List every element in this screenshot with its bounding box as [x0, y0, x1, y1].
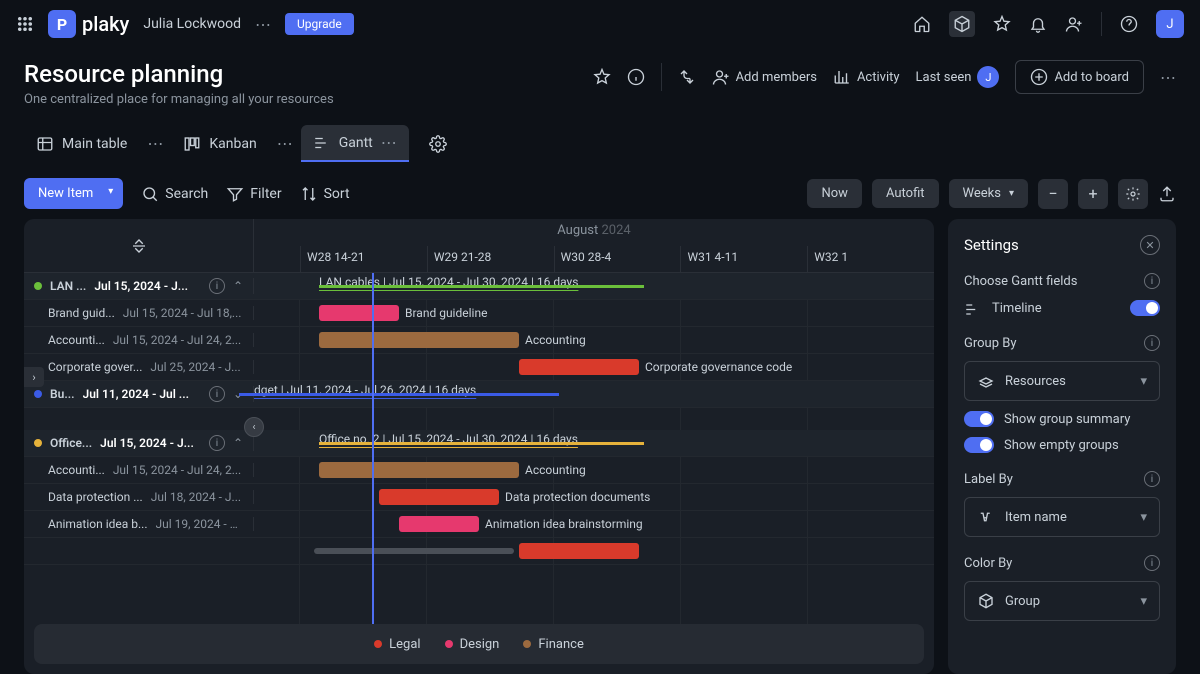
activity-button[interactable]: Activity: [833, 68, 900, 86]
search-button[interactable]: Search: [141, 185, 208, 203]
avatar[interactable]: J: [1156, 10, 1184, 38]
autofit-button[interactable]: Autofit: [872, 179, 939, 208]
board-more-icon[interactable]: ⋯: [1160, 68, 1176, 87]
info-icon[interactable]: i: [1144, 471, 1160, 487]
swap-icon[interactable]: [678, 68, 696, 86]
upgrade-button[interactable]: Upgrade: [285, 13, 354, 35]
show-empty-label: Show empty groups: [1004, 438, 1119, 453]
settings-title: Settings: [964, 236, 1019, 254]
current-user[interactable]: Julia Lockwood: [143, 16, 241, 32]
sort-button[interactable]: Sort: [300, 185, 350, 203]
gantt-bar[interactable]: [519, 543, 639, 559]
week-header: W31 4-11: [680, 246, 807, 272]
app-switcher-icon[interactable]: [16, 15, 34, 33]
timeline-field: Timeline: [992, 301, 1042, 316]
group-by-label: Group By: [964, 336, 1017, 351]
tab-gantt[interactable]: Gantt⋯: [301, 125, 409, 162]
zoom-out-button[interactable]: −: [1038, 179, 1068, 209]
page-description: One centralized place for managing all y…: [24, 92, 334, 107]
gantt-bar[interactable]: [379, 489, 499, 505]
favorite-icon[interactable]: [993, 15, 1011, 33]
tab-main-table[interactable]: Main table: [24, 127, 139, 161]
settings-icon[interactable]: [429, 135, 447, 153]
info-icon[interactable]: [627, 68, 645, 86]
label-by-select[interactable]: Item name▾: [964, 497, 1160, 537]
add-to-board-button[interactable]: Add to board: [1015, 60, 1144, 94]
tab-kanban[interactable]: Kanban: [171, 127, 268, 161]
info-icon[interactable]: i: [1144, 335, 1160, 351]
new-item-button[interactable]: New Item: [24, 178, 123, 209]
tab-more-2[interactable]: ⋯: [277, 134, 293, 153]
add-user-icon[interactable]: [1065, 15, 1083, 33]
show-summary-toggle[interactable]: [964, 411, 994, 427]
collapse-panel-icon[interactable]: ‹: [244, 417, 264, 437]
export-icon[interactable]: [1158, 185, 1176, 203]
week-header: W28 14-21: [300, 246, 427, 272]
week-header: W32 1: [807, 246, 934, 272]
expand-side-icon[interactable]: ›: [24, 367, 44, 387]
user-menu-icon[interactable]: ⋯: [255, 15, 271, 34]
choose-fields-label: Choose Gantt fields: [964, 274, 1077, 289]
info-icon[interactable]: i: [209, 435, 225, 451]
tab-more-1[interactable]: ⋯: [147, 134, 163, 153]
info-icon[interactable]: i: [209, 278, 225, 294]
star-icon[interactable]: [593, 68, 611, 86]
chevron-icon[interactable]: ⌃: [233, 436, 243, 450]
week-header: [254, 246, 300, 272]
month-label: August 2024: [254, 219, 934, 238]
chevron-icon[interactable]: ⌃: [233, 279, 243, 293]
label-by-label: Label By: [964, 472, 1013, 487]
gantt-bar[interactable]: [319, 332, 519, 348]
zoom-in-button[interactable]: +: [1078, 179, 1108, 209]
logo[interactable]: P plaky: [48, 10, 129, 38]
add-members-button[interactable]: Add members: [712, 68, 817, 86]
gantt-bar[interactable]: [399, 516, 479, 532]
scale-select[interactable]: Weeks▾: [949, 179, 1028, 208]
week-header: W29 21-28: [427, 246, 554, 272]
group-by-select[interactable]: Resources▾: [964, 361, 1160, 401]
filter-button[interactable]: Filter: [226, 185, 281, 203]
info-icon[interactable]: i: [1144, 555, 1160, 571]
info-icon[interactable]: i: [209, 386, 225, 402]
info-icon[interactable]: i: [1144, 273, 1160, 289]
page-title: Resource planning: [24, 60, 334, 88]
color-by-select[interactable]: Group▾: [964, 581, 1160, 621]
gantt-settings-icon[interactable]: [1118, 179, 1148, 209]
collapse-all-icon[interactable]: [130, 237, 148, 255]
show-empty-toggle[interactable]: [964, 437, 994, 453]
help-icon[interactable]: [1120, 15, 1138, 33]
box-icon[interactable]: [949, 11, 975, 37]
show-summary-label: Show group summary: [1004, 412, 1130, 427]
gantt-tab-more[interactable]: ⋯: [381, 133, 397, 152]
color-by-label: Color By: [964, 556, 1012, 571]
last-seen[interactable]: Last seenJ: [916, 66, 1000, 88]
gantt-bar[interactable]: [319, 462, 519, 478]
close-icon[interactable]: ✕: [1140, 235, 1160, 255]
gantt-bar[interactable]: [319, 305, 399, 321]
gantt-bar[interactable]: [519, 359, 639, 375]
home-icon[interactable]: [913, 15, 931, 33]
now-button[interactable]: Now: [807, 179, 861, 208]
bell-icon[interactable]: [1029, 15, 1047, 33]
timeline-toggle[interactable]: [1130, 300, 1160, 316]
legend: LegalDesignFinance: [34, 624, 924, 664]
week-header: W30 28-4: [554, 246, 681, 272]
